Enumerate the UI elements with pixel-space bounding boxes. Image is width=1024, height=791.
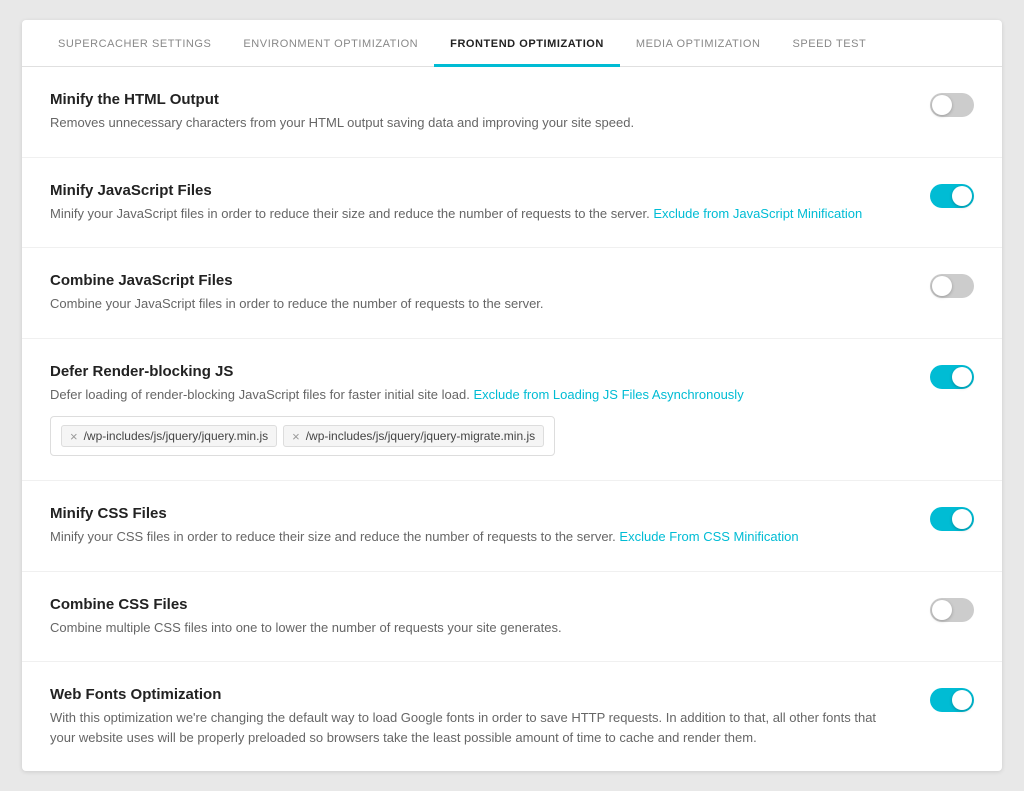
setting-info-combine-css: Combine CSS Files Combine multiple CSS f… <box>50 596 930 638</box>
tab-environment[interactable]: ENVIRONMENT OPTIMIZATION <box>227 20 434 67</box>
setting-minify-css: Minify CSS Files Minify your CSS files i… <box>22 481 1002 572</box>
setting-info-web-fonts: Web Fonts Optimization With this optimiz… <box>50 686 930 747</box>
setting-info-minify-html: Minify the HTML Output Removes unnecessa… <box>50 91 930 133</box>
toggle-minify-html[interactable] <box>930 93 974 117</box>
main-card: SUPERCACHER SETTINGS ENVIRONMENT OPTIMIZ… <box>22 20 1002 771</box>
tag-label-jquery-migrate: /wp-includes/js/jquery/jquery-migrate.mi… <box>306 429 535 443</box>
toggle-wrap-defer-js <box>930 363 974 389</box>
tag-close-jquery-migrate[interactable]: × <box>292 430 300 443</box>
tag-close-jquery-min[interactable]: × <box>70 430 78 443</box>
toggle-wrap-combine-css <box>930 596 974 622</box>
setting-title-combine-css: Combine CSS Files <box>50 596 900 613</box>
setting-combine-js: Combine JavaScript Files Combine your Ja… <box>22 248 1002 339</box>
nav-tabs: SUPERCACHER SETTINGS ENVIRONMENT OPTIMIZ… <box>22 20 1002 67</box>
setting-desc-combine-css: Combine multiple CSS files into one to l… <box>50 618 900 638</box>
setting-title-minify-html: Minify the HTML Output <box>50 91 900 108</box>
toggle-combine-css[interactable] <box>930 598 974 622</box>
setting-info-minify-js: Minify JavaScript Files Minify your Java… <box>50 182 930 224</box>
setting-web-fonts: Web Fonts Optimization With this optimiz… <box>22 662 1002 771</box>
setting-desc-minify-html: Removes unnecessary characters from your… <box>50 113 900 133</box>
setting-desc-text-minify-js: Minify your JavaScript files in order to… <box>50 206 650 221</box>
toggle-wrap-minify-js <box>930 182 974 208</box>
setting-title-web-fonts: Web Fonts Optimization <box>50 686 900 703</box>
tag-label-jquery-min: /wp-includes/js/jquery/jquery.min.js <box>84 429 269 443</box>
setting-desc-combine-js: Combine your JavaScript files in order t… <box>50 294 900 314</box>
setting-desc-web-fonts: With this optimization we're changing th… <box>50 708 900 747</box>
setting-combine-css: Combine CSS Files Combine multiple CSS f… <box>22 572 1002 663</box>
toggle-combine-js[interactable] <box>930 274 974 298</box>
setting-link-defer-js[interactable]: Exclude from Loading JS Files Asynchrono… <box>473 387 743 402</box>
setting-defer-js: Defer Render-blocking JS Defer loading o… <box>22 339 1002 482</box>
setting-link-minify-css[interactable]: Exclude From CSS Minification <box>619 529 798 544</box>
toggle-knob-minify-css <box>952 509 972 529</box>
toggle-defer-js[interactable] <box>930 365 974 389</box>
toggle-knob-combine-css <box>932 600 952 620</box>
toggle-minify-css[interactable] <box>930 507 974 531</box>
tag-jquery-migrate: × /wp-includes/js/jquery/jquery-migrate.… <box>283 425 544 447</box>
toggle-knob-defer-js <box>952 367 972 387</box>
setting-info-combine-js: Combine JavaScript Files Combine your Ja… <box>50 272 930 314</box>
setting-desc-text-minify-css: Minify your CSS files in order to reduce… <box>50 529 616 544</box>
setting-minify-js: Minify JavaScript Files Minify your Java… <box>22 158 1002 249</box>
toggle-wrap-web-fonts <box>930 686 974 712</box>
setting-desc-defer-js: Defer loading of render-blocking JavaScr… <box>50 385 900 405</box>
setting-minify-html: Minify the HTML Output Removes unnecessa… <box>22 67 1002 158</box>
tab-frontend[interactable]: FRONTEND OPTIMIZATION <box>434 20 620 67</box>
settings-content: Minify the HTML Output Removes unnecessa… <box>22 67 1002 771</box>
defer-top: Defer Render-blocking JS Defer loading o… <box>50 363 974 405</box>
tag-input-defer-js[interactable]: × /wp-includes/js/jquery/jquery.min.js ×… <box>50 416 555 456</box>
toggle-knob-combine-js <box>932 276 952 296</box>
toggle-knob-web-fonts <box>952 690 972 710</box>
toggle-wrap-minify-css <box>930 505 974 531</box>
setting-desc-minify-js: Minify your JavaScript files in order to… <box>50 204 900 224</box>
setting-desc-text-defer-js: Defer loading of render-blocking JavaScr… <box>50 387 470 402</box>
toggle-web-fonts[interactable] <box>930 688 974 712</box>
setting-title-minify-css: Minify CSS Files <box>50 505 900 522</box>
setting-desc-minify-css: Minify your CSS files in order to reduce… <box>50 527 900 547</box>
tab-media[interactable]: MEDIA OPTIMIZATION <box>620 20 777 67</box>
setting-info-minify-css: Minify CSS Files Minify your CSS files i… <box>50 505 930 547</box>
setting-title-minify-js: Minify JavaScript Files <box>50 182 900 199</box>
setting-link-minify-js[interactable]: Exclude from JavaScript Minification <box>653 206 862 221</box>
setting-title-combine-js: Combine JavaScript Files <box>50 272 900 289</box>
toggle-knob-minify-js <box>952 186 972 206</box>
setting-title-defer-js: Defer Render-blocking JS <box>50 363 900 380</box>
toggle-minify-js[interactable] <box>930 184 974 208</box>
setting-info-defer-js: Defer Render-blocking JS Defer loading o… <box>50 363 930 405</box>
toggle-wrap-combine-js <box>930 272 974 298</box>
tab-supercacher[interactable]: SUPERCACHER SETTINGS <box>42 20 227 67</box>
tab-speed[interactable]: SPEED TEST <box>777 20 883 67</box>
tag-jquery-min: × /wp-includes/js/jquery/jquery.min.js <box>61 425 277 447</box>
toggle-knob-minify-html <box>932 95 952 115</box>
toggle-wrap-minify-html <box>930 91 974 117</box>
